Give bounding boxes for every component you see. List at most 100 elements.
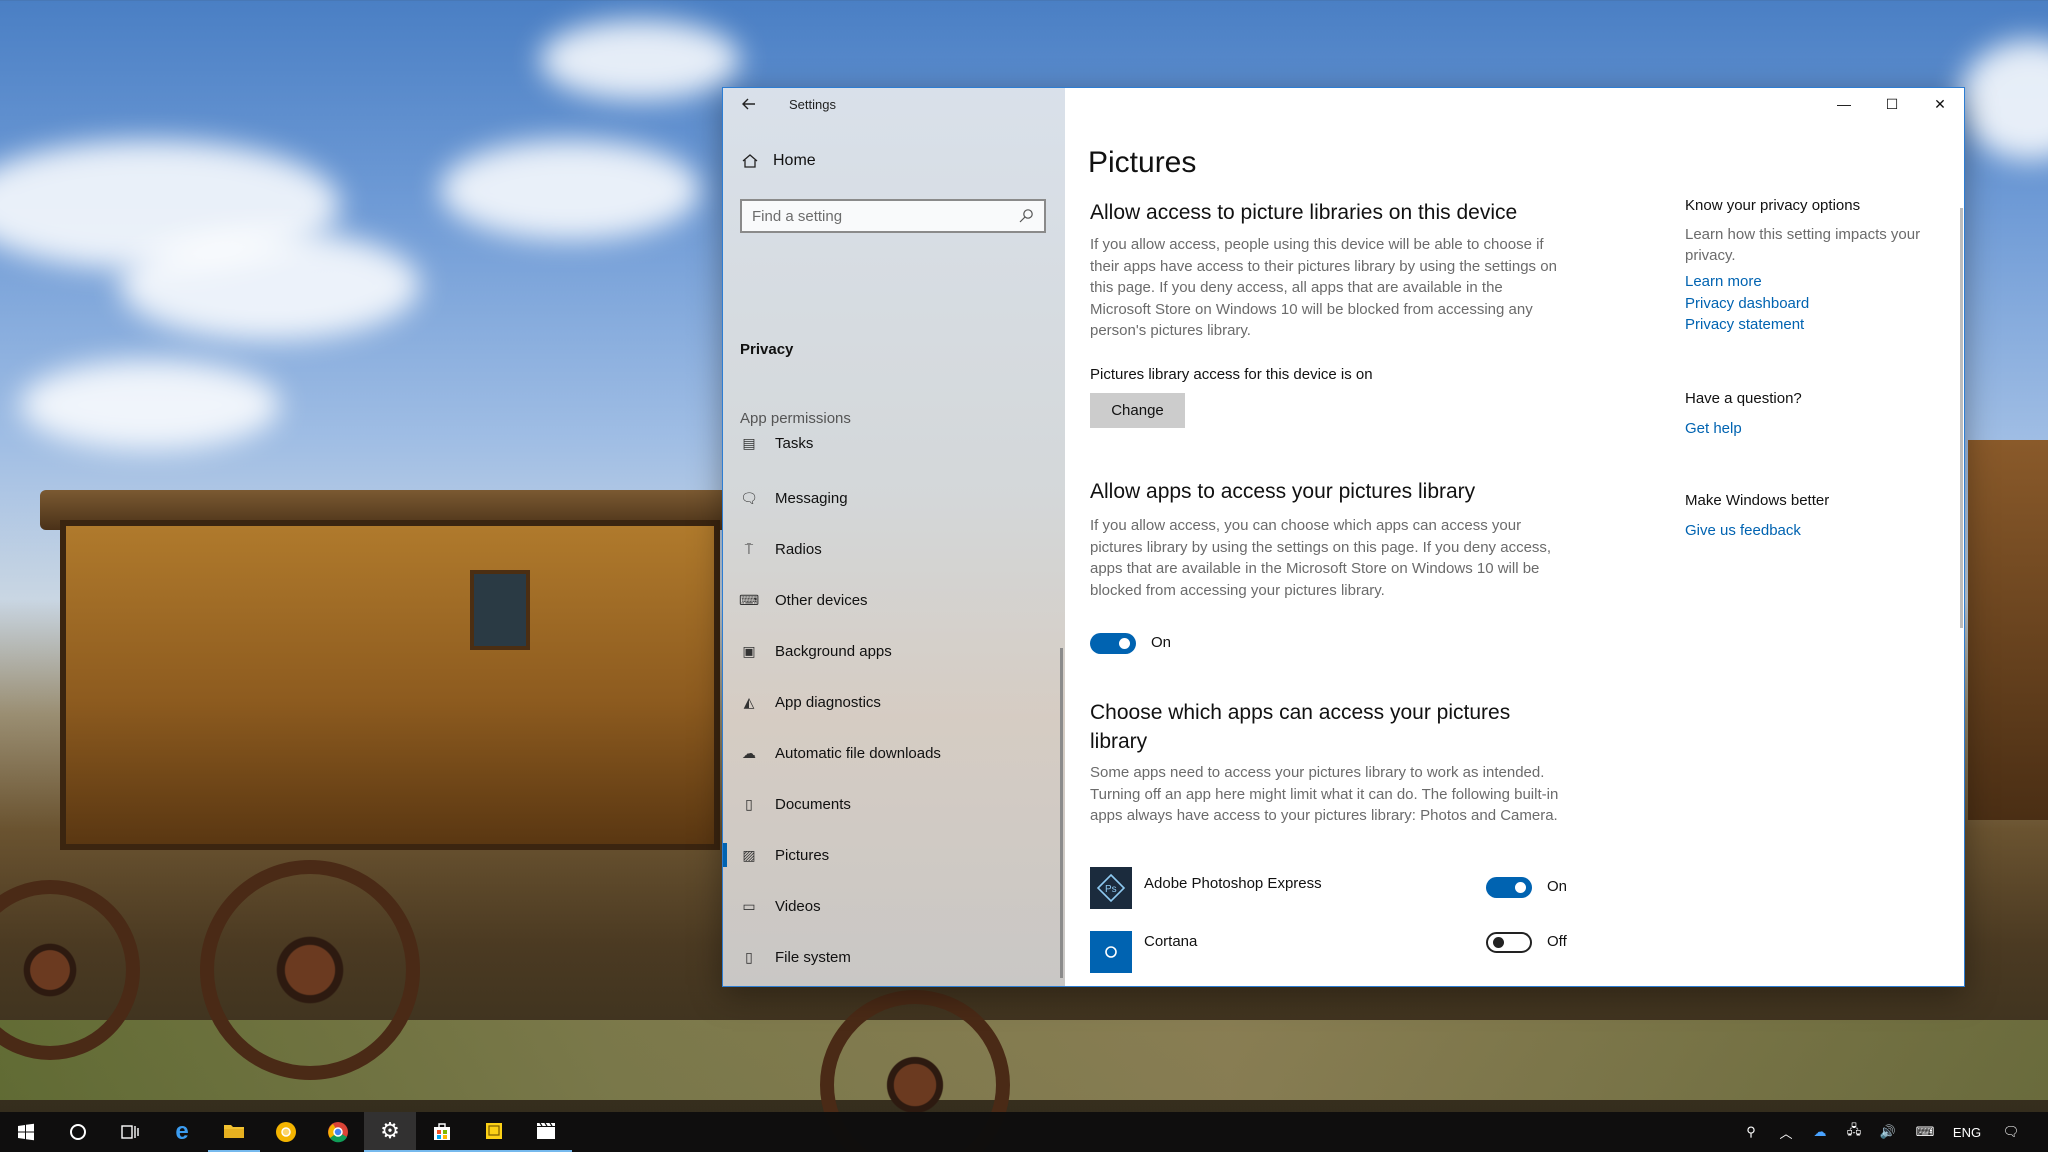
cortana-search-button[interactable] — [52, 1112, 104, 1152]
keyboard-icon[interactable]: ⌨ — [1905, 1124, 1945, 1140]
cortana-toggle[interactable] — [1486, 932, 1532, 953]
section-title: Privacy — [740, 341, 794, 358]
minimize-button[interactable]: — — [1820, 88, 1868, 120]
settings-icon: ⚙ — [380, 1118, 400, 1143]
window-controls: — ☐ ✕ — [1820, 88, 1964, 120]
task-view-icon — [121, 1125, 139, 1139]
learn-more-link[interactable]: Learn more — [1685, 273, 1762, 290]
tasks-icon: ▤ — [742, 434, 756, 451]
sidebar-item-other-devices[interactable]: ⌨ Other devices — [723, 580, 1060, 620]
toggle-state-label: Off — [1547, 933, 1567, 950]
sidebar-item-radios[interactable]: ⍑ Radios — [723, 529, 1060, 569]
cloud — [540, 20, 740, 100]
language-indicator[interactable]: ENG — [1945, 1125, 1989, 1140]
page-title: Pictures — [1088, 146, 1197, 179]
search-icon[interactable] — [1018, 208, 1034, 224]
pictures-icon: ▨ — [742, 846, 756, 863]
sidebar-item-file-system[interactable]: ▯ File system — [723, 937, 1060, 977]
toggle-knob — [1493, 937, 1504, 948]
taskbar: e ⚙ ⚲ ︿ ☁ 🖧 🔊 ⌨ ENG 🗨 — [0, 1112, 2048, 1152]
photoshop-express-icon: Ps — [1090, 867, 1132, 909]
sidebar-item-app-diagnostics[interactable]: ◭ App diagnostics — [723, 682, 1060, 722]
give-feedback-link[interactable]: Give us feedback — [1685, 522, 1801, 539]
network-icon[interactable]: 🖧 — [1837, 1121, 1871, 1143]
sidebar-item-home[interactable]: Home — [741, 152, 816, 170]
photoshop-express-glyph: Ps — [1096, 873, 1126, 903]
sidebar-item-label: App diagnostics — [775, 693, 881, 711]
chrome-button[interactable] — [312, 1112, 364, 1152]
cortana-search-icon — [70, 1124, 86, 1140]
chrome-icon — [328, 1122, 348, 1143]
people-icon[interactable]: ⚲ — [1733, 1124, 1769, 1140]
action-center-icon[interactable]: 🗨 — [1989, 1124, 2033, 1140]
maximize-button[interactable]: ☐ — [1868, 88, 1916, 120]
sidebar-scrollbar[interactable] — [1060, 648, 1063, 978]
sidebar-item-documents[interactable]: ▯ Documents — [723, 784, 1060, 824]
back-button[interactable] — [737, 92, 761, 116]
maximize-icon: ☐ — [1885, 95, 1899, 112]
section-heading: Allow access to picture libraries on thi… — [1090, 201, 1518, 224]
feedback-heading: Make Windows better — [1685, 492, 1830, 509]
sidebar-item-automatic-file-downloads[interactable]: ☁ Automatic file downloads — [723, 733, 1060, 773]
sidebar-item-label: Videos — [775, 897, 821, 915]
toggle-knob — [1119, 638, 1130, 649]
edge-icon: e — [175, 1118, 189, 1145]
get-help-link[interactable]: Get help — [1685, 420, 1742, 437]
sidebar-item-label: Background apps — [775, 642, 892, 660]
onedrive-icon[interactable]: ☁ — [1803, 1124, 1837, 1140]
svg-text:Ps: Ps — [1105, 884, 1117, 895]
store-button[interactable] — [416, 1112, 468, 1152]
minimize-icon: — — [1837, 96, 1851, 112]
privacy-dashboard-link[interactable]: Privacy dashboard — [1685, 295, 1809, 312]
train-wheel — [200, 860, 420, 1080]
window-title: Settings — [789, 97, 836, 112]
section-heading: Allow apps to access your pictures libra… — [1090, 480, 1476, 503]
change-button[interactable]: Change — [1090, 393, 1185, 428]
train-window — [470, 570, 530, 650]
app-row-photoshop-express: Ps Adobe Photoshop Express On — [1090, 867, 1570, 913]
store-icon — [434, 1123, 450, 1140]
start-button[interactable] — [0, 1112, 52, 1152]
sidebar-item-tasks[interactable]: ▤ Tasks — [723, 428, 1060, 458]
app-name: Cortana — [1144, 933, 1198, 950]
sidebar-item-videos[interactable]: ▭ Videos — [723, 886, 1060, 926]
back-arrow-icon — [742, 98, 755, 110]
sidebar-item-pictures[interactable]: ▨ Pictures — [723, 835, 1060, 875]
edge-button[interactable]: e — [156, 1112, 208, 1152]
home-label: Home — [773, 152, 816, 169]
cloud — [1960, 40, 2048, 160]
search-box[interactable] — [740, 199, 1046, 233]
sidebar-item-label: Other devices — [775, 591, 868, 609]
section-description: If you allow access, you can choose whic… — [1090, 517, 1552, 599]
privacy-statement-link[interactable]: Privacy statement — [1685, 316, 1804, 333]
movies-button[interactable] — [520, 1112, 572, 1152]
chat-icon: 🗨 — [740, 489, 758, 506]
start-icon — [18, 1123, 34, 1141]
sidebar: Settings Home Privacy App permissions ▤ … — [723, 88, 1065, 986]
chevron-up-icon[interactable]: ︿ — [1769, 1123, 1803, 1142]
apps-access-toggle[interactable] — [1090, 633, 1136, 654]
task-view-button[interactable] — [104, 1112, 156, 1152]
cloud — [20, 360, 280, 450]
photoshop-express-toggle[interactable] — [1486, 877, 1532, 898]
file-explorer-button[interactable] — [208, 1112, 260, 1152]
file-icon: ▯ — [745, 948, 753, 965]
sidebar-item-background-apps[interactable]: ▣ Background apps — [723, 631, 1060, 671]
sticky-notes-button[interactable] — [468, 1112, 520, 1152]
settings-button[interactable]: ⚙ — [364, 1112, 416, 1152]
search-input[interactable] — [752, 207, 1018, 225]
section-heading: Choose which apps can access your pictur… — [1090, 701, 1511, 753]
sidebar-item-messaging[interactable]: 🗨 Messaging — [723, 478, 1060, 518]
volume-icon[interactable]: 🔊 — [1871, 1124, 1905, 1140]
close-button[interactable]: ✕ — [1916, 88, 1964, 120]
sidebar-item-label: Pictures — [775, 846, 830, 864]
scrollbar[interactable] — [1960, 208, 1963, 628]
sidebar-item-label: Tasks — [775, 434, 814, 452]
chrome-canary-button[interactable] — [260, 1112, 312, 1152]
privacy-options-text: Learn how this setting impacts your priv… — [1685, 226, 1921, 264]
system-tray: ⚲ ︿ ☁ 🖧 🔊 ⌨ ENG 🗨 — [1733, 1112, 2033, 1152]
sticky-notes-icon — [486, 1123, 502, 1139]
sidebar-item-label: Documents — [775, 795, 851, 813]
toggle-state-label: On — [1547, 878, 1568, 895]
devices-icon: ⌨ — [739, 591, 760, 608]
